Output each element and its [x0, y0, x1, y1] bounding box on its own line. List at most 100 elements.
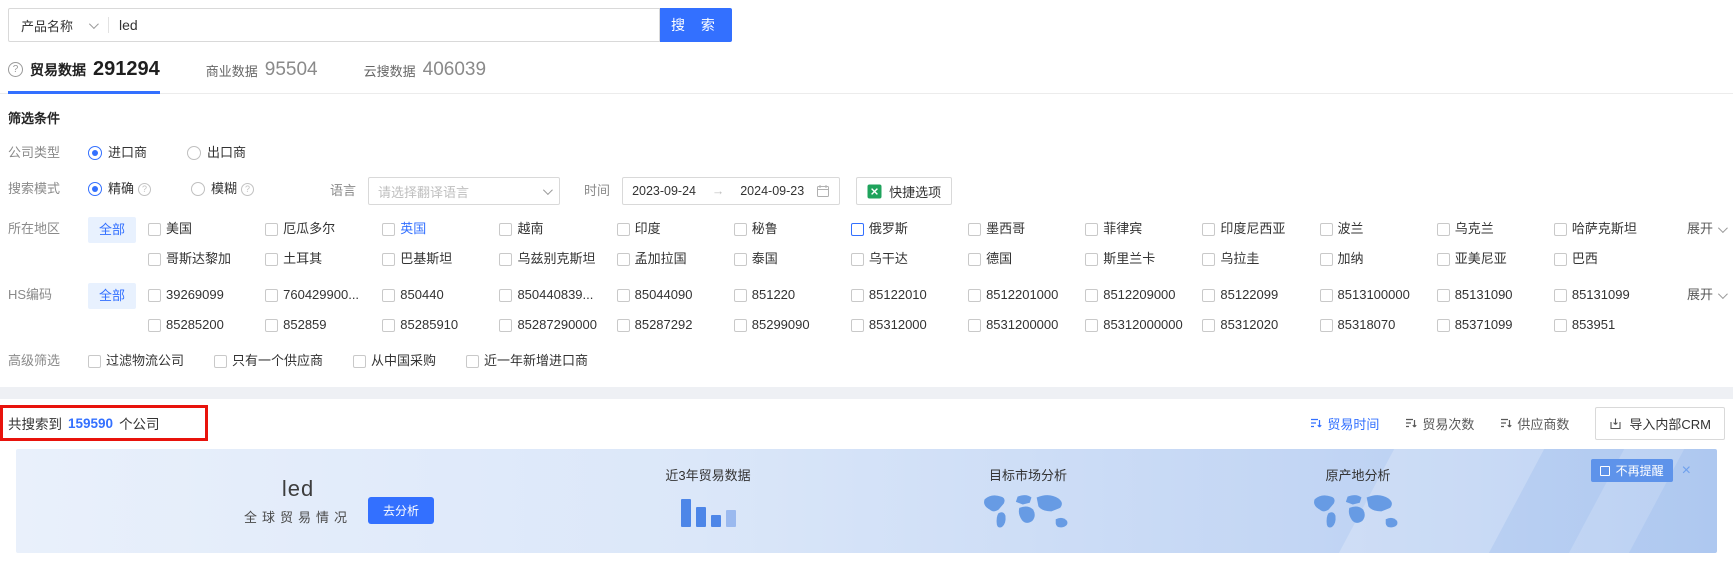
checkbox[interactable]	[382, 252, 396, 266]
question-circle-icon[interactable]: ?	[8, 62, 23, 77]
checkbox[interactable]	[148, 252, 161, 266]
checkbox[interactable]	[265, 318, 279, 332]
hs-code-item[interactable]: 85287292	[616, 313, 734, 337]
checkbox[interactable]	[1085, 288, 1099, 302]
banner-card-origin[interactable]: 原产地分析	[1278, 465, 1438, 539]
checkbox[interactable]	[733, 288, 747, 302]
checkbox[interactable]	[499, 252, 513, 266]
checkbox[interactable]	[850, 288, 864, 302]
region-item-vietnam[interactable]: 越南	[499, 217, 616, 241]
import-crm-button[interactable]: 导入内部CRM	[1595, 406, 1725, 440]
checkbox[interactable]	[382, 288, 396, 302]
checkbox[interactable]	[733, 318, 747, 332]
hs-code-item[interactable]: 85312020	[1202, 313, 1319, 337]
hs-code-item[interactable]: 852859	[265, 313, 382, 337]
region-item-costa-rica[interactable]: 哥斯达黎加	[148, 247, 265, 271]
checkbox[interactable]	[1319, 222, 1333, 236]
hs-code-item[interactable]: 853951	[1553, 313, 1671, 337]
region-item-uk[interactable]: 英国	[382, 217, 499, 241]
results-count[interactable]: 159590	[68, 416, 113, 431]
region-item-turkey[interactable]: 土耳其	[265, 247, 382, 271]
info-circle-icon[interactable]: ?	[241, 182, 255, 196]
hs-code-item[interactable]: 850440	[382, 283, 499, 307]
checkbox[interactable]	[1436, 252, 1450, 266]
hs-code-item[interactable]: 8512201000	[968, 283, 1085, 307]
region-item-poland[interactable]: 波兰	[1319, 217, 1437, 241]
region-item-indonesia[interactable]: 印度尼西亚	[1202, 217, 1319, 241]
checkbox[interactable]	[850, 318, 864, 332]
hs-code-item[interactable]: 8531200000	[968, 313, 1085, 337]
tab-trade-data[interactable]: ? 贸易数据 291294	[8, 58, 160, 94]
region-item-bangladesh[interactable]: 孟加拉国	[616, 247, 734, 271]
tab-business-data[interactable]: 商业数据 95504	[206, 59, 318, 93]
hs-all-badge[interactable]: 全部	[88, 283, 137, 309]
hs-code-item[interactable]: 85044090	[616, 283, 734, 307]
region-item-germany[interactable]: 德国	[968, 247, 1085, 271]
radio-icon[interactable]	[191, 182, 206, 196]
checkbox[interactable]	[1319, 318, 1333, 332]
region-expand-link[interactable]: 展开	[1671, 217, 1728, 241]
date-start[interactable]: 2023-09-24	[632, 184, 696, 198]
hs-code-item[interactable]: 85285910	[382, 313, 499, 337]
hs-code-item[interactable]: 85312000000	[1085, 313, 1202, 337]
checkbox[interactable]	[1553, 252, 1567, 266]
region-item-ghana[interactable]: 加纳	[1319, 247, 1437, 271]
hs-expand-link[interactable]: 展开	[1671, 283, 1728, 307]
checkbox[interactable]	[214, 354, 228, 368]
checkbox[interactable]	[1085, 222, 1099, 236]
checkbox[interactable]	[616, 222, 630, 236]
tab-cloud-search-data[interactable]: 云搜数据 406039	[364, 59, 486, 93]
checkbox[interactable]	[499, 222, 513, 236]
checkbox[interactable]	[1553, 318, 1567, 332]
region-item-ecuador[interactable]: 厄瓜多尔	[265, 217, 382, 241]
sort-trade-time[interactable]: 贸易时间	[1310, 414, 1379, 433]
radio-icon[interactable]	[187, 146, 202, 160]
hs-code-item[interactable]: 39269099	[148, 283, 265, 307]
hs-code-item[interactable]: 85131090	[1436, 283, 1554, 307]
checkbox[interactable]	[850, 252, 864, 266]
checkbox[interactable]	[1553, 222, 1567, 236]
date-end[interactable]: 2024-09-23	[740, 184, 804, 198]
checkbox[interactable]	[382, 222, 396, 236]
advanced-item-new-importers[interactable]: 近一年新增进口商	[466, 349, 588, 373]
checkbox[interactable]	[1319, 252, 1333, 266]
checkbox[interactable]	[499, 318, 513, 332]
region-item-uganda[interactable]: 乌干达	[850, 247, 968, 271]
quick-options-button[interactable]: 快捷选项	[856, 177, 953, 205]
checkbox[interactable]	[1085, 318, 1099, 332]
checkbox[interactable]	[148, 318, 161, 332]
checkbox[interactable]	[616, 252, 630, 266]
hs-code-item[interactable]: 8512209000	[1085, 283, 1202, 307]
checkbox[interactable]	[88, 354, 101, 368]
checkbox[interactable]	[1202, 288, 1216, 302]
checkbox[interactable]	[499, 288, 513, 302]
sort-trade-count[interactable]: 贸易次数	[1405, 414, 1474, 433]
region-item-brazil[interactable]: 巴西	[1553, 247, 1671, 271]
hs-code-item[interactable]: 85371099	[1436, 313, 1554, 337]
close-icon[interactable]: ×	[1682, 462, 1691, 479]
checkbox[interactable]	[148, 222, 161, 236]
info-circle-icon[interactable]: ?	[138, 182, 152, 196]
checkbox[interactable]	[353, 354, 367, 368]
checkbox[interactable]	[1436, 318, 1450, 332]
checkbox[interactable]	[1202, 252, 1216, 266]
checkbox[interactable]	[733, 222, 747, 236]
sort-supplier-count[interactable]: 供应商数	[1500, 414, 1569, 433]
checkbox[interactable]	[616, 288, 630, 302]
hs-code-item[interactable]: 85131099	[1553, 283, 1671, 307]
region-item-india[interactable]: 印度	[616, 217, 734, 241]
radio-importer[interactable]: 进口商	[88, 141, 147, 165]
hs-code-item[interactable]: 8513100000	[1319, 283, 1437, 307]
banner-card-trade-3yr[interactable]: 近3年贸易数据	[628, 465, 788, 527]
language-select[interactable]: 请选择翻译语言	[368, 177, 561, 205]
region-item-kazakhstan[interactable]: 哈萨克斯坦	[1553, 217, 1671, 241]
search-input[interactable]	[109, 17, 659, 33]
checkbox[interactable]	[1553, 288, 1567, 302]
region-all-badge[interactable]: 全部	[88, 217, 137, 243]
checkbox[interactable]	[265, 288, 279, 302]
dont-remind-toggle[interactable]: 不再提醒	[1590, 459, 1673, 482]
hs-code-item[interactable]: 851220	[733, 283, 851, 307]
hs-code-item[interactable]: 85122099	[1202, 283, 1319, 307]
region-item-sri-lanka[interactable]: 斯里兰卡	[1085, 247, 1202, 271]
region-item-peru[interactable]: 秘鲁	[733, 217, 851, 241]
